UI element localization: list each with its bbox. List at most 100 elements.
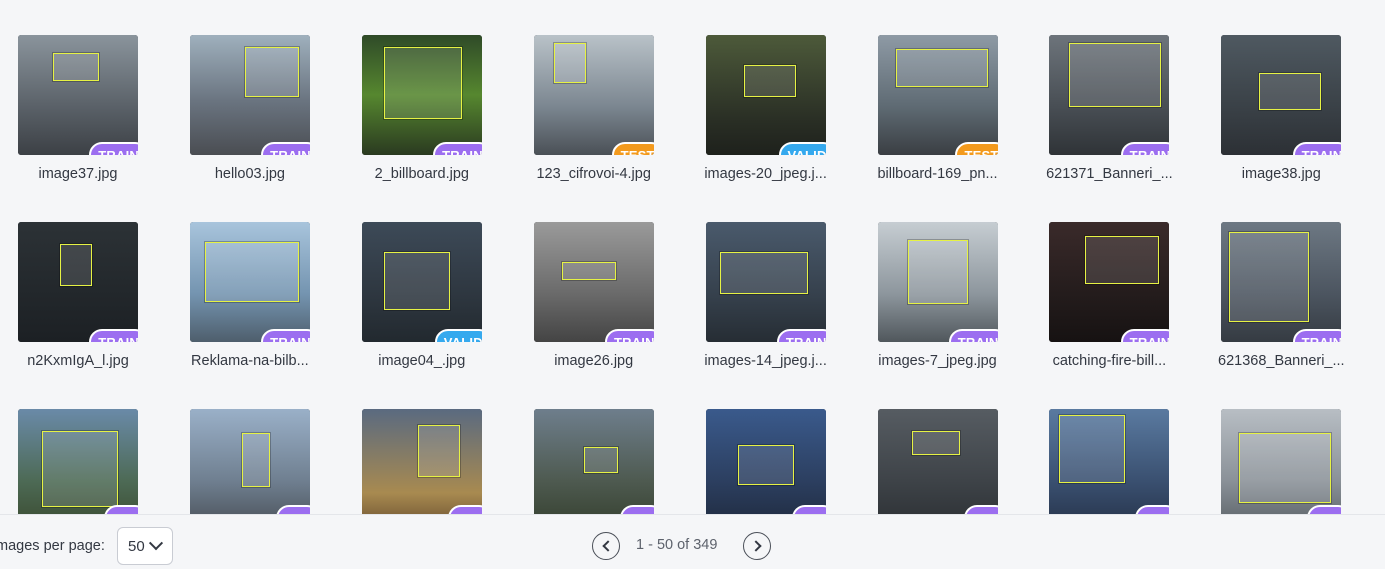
image-thumbnail[interactable]: TRAIN <box>18 35 138 155</box>
image-thumbnail[interactable]: TEST <box>877 35 998 155</box>
image-thumbnail[interactable]: TEST <box>533 35 654 155</box>
annotation-box <box>743 65 796 97</box>
split-badge: TEST <box>611 142 654 155</box>
image-thumbnail[interactable] <box>361 409 482 514</box>
image-thumbnail[interactable]: TRAIN <box>1221 222 1342 342</box>
per-page-select[interactable]: 50 <box>117 527 173 565</box>
image-card[interactable]: TRAIN hello03.jpg <box>189 35 340 182</box>
image-thumbnail[interactable] <box>189 409 310 514</box>
image-thumbnail[interactable]: TRAIN <box>189 222 310 342</box>
image-thumbnail[interactable]: TRAIN <box>1049 222 1170 342</box>
image-thumbnail[interactable]: TRAIN <box>533 222 654 342</box>
split-badge <box>963 505 998 514</box>
image-card[interactable]: TRAIN catching-fire-bill... <box>1049 222 1199 369</box>
image-thumbnail[interactable]: TRAIN <box>877 222 998 342</box>
image-thumbnail[interactable] <box>18 409 138 514</box>
split-badge <box>104 505 138 514</box>
image-thumbnail[interactable] <box>1049 409 1170 514</box>
image-filename: images-20_jpeg.j... <box>704 166 827 182</box>
image-card[interactable]: TEST 123_cifrovoi-4.jpg <box>533 35 684 182</box>
image-thumbnail[interactable]: VALID <box>361 222 482 342</box>
next-page-button[interactable] <box>743 532 771 560</box>
image-filename: image38.jpg <box>1241 166 1321 182</box>
image-filename: image37.jpg <box>38 166 118 182</box>
image-thumbnail[interactable]: TRAIN <box>1049 35 1170 155</box>
image-card[interactable] <box>1221 409 1371 514</box>
image-card[interactable]: TRAIN image26.jpg <box>533 222 684 369</box>
image-filename: image26.jpg <box>554 353 634 369</box>
split-badge: TRAIN <box>604 329 654 342</box>
split-badge <box>275 505 310 514</box>
split-badge: TRAIN <box>89 329 138 342</box>
split-badge: TRAIN <box>1292 329 1342 342</box>
image-filename: 621368_Banneri_... <box>1218 353 1345 369</box>
image-filename: n2KxmIgA_l.jpg <box>27 353 129 369</box>
image-filename: Reklama-na-bilb... <box>191 353 309 369</box>
image-card[interactable]: TEST billboard-169_pn... <box>877 35 1028 182</box>
image-thumbnail[interactable]: TRAIN <box>705 222 826 342</box>
thumbnail-scene <box>533 222 654 342</box>
annotation-box <box>1059 415 1126 483</box>
annotation-box <box>1229 232 1310 322</box>
image-card[interactable]: TRAIN Reklama-na-bilb... <box>189 222 340 369</box>
annotation-box <box>53 53 99 81</box>
annotation-box <box>737 445 794 485</box>
image-card[interactable] <box>1049 409 1199 514</box>
prev-page-button[interactable] <box>592 532 620 560</box>
page-range: 1 - 50 of 349 <box>636 537 718 553</box>
image-card[interactable]: TRAIN 2_billboard.jpg <box>361 35 512 182</box>
image-filename: 2_billboard.jpg <box>374 166 469 182</box>
chevron-left-icon <box>601 540 614 552</box>
image-card[interactable]: TRAIN image38.jpg <box>1221 35 1371 182</box>
image-thumbnail[interactable]: TRAIN <box>361 35 482 155</box>
image-card[interactable]: VALID images-20_jpeg.j... <box>704 35 856 182</box>
annotation-box <box>383 47 462 119</box>
annotation-box <box>583 447 618 473</box>
image-card[interactable]: TRAIN image37.jpg <box>18 35 168 182</box>
split-badge <box>619 505 654 514</box>
image-thumbnail[interactable]: TRAIN <box>1221 35 1342 155</box>
per-page-value: 50 <box>128 537 145 555</box>
image-thumbnail[interactable]: TRAIN <box>18 222 138 342</box>
image-card[interactable] <box>18 409 168 514</box>
image-card[interactable] <box>533 409 684 514</box>
split-badge: VALID <box>778 142 826 155</box>
annotation-box <box>204 242 299 302</box>
image-card[interactable] <box>705 409 856 514</box>
image-card[interactable]: TRAIN n2KxmIgA_l.jpg <box>18 222 168 369</box>
annotation-box <box>907 240 968 304</box>
image-thumbnail[interactable] <box>705 409 826 514</box>
split-badge: TRAIN <box>948 329 998 342</box>
image-thumbnail[interactable] <box>877 409 998 514</box>
image-card[interactable]: TRAIN 621371_Banneri_... <box>1046 35 1199 182</box>
split-badge: TRAIN <box>1120 329 1170 342</box>
image-card[interactable] <box>361 409 512 514</box>
image-card[interactable] <box>877 409 1028 514</box>
split-badge <box>1135 505 1170 514</box>
image-card[interactable]: VALID image04_.jpg <box>361 222 512 369</box>
split-badge: TRAIN <box>776 329 826 342</box>
split-badge <box>1307 505 1342 514</box>
annotation-box <box>911 431 960 455</box>
image-filename: billboard-169_pn... <box>877 166 998 182</box>
split-badge: VALID <box>434 329 482 342</box>
annotation-box <box>417 425 460 477</box>
image-thumbnail[interactable] <box>1221 409 1342 514</box>
image-thumbnail[interactable]: VALID <box>705 35 826 155</box>
image-card[interactable]: TRAIN images-7_jpeg.jpg <box>877 222 1028 369</box>
annotation-box <box>60 244 92 286</box>
image-filename: images-14_jpeg.j... <box>704 353 827 369</box>
image-thumbnail[interactable] <box>533 409 654 514</box>
split-badge: TRAIN <box>261 142 310 155</box>
chevron-right-icon <box>749 540 762 552</box>
pagination-bar: Images per page: 50 1 - 50 of 349 <box>0 514 1385 569</box>
image-filename: 123_cifrovoi-4.jpg <box>536 166 651 182</box>
image-filename: image04_.jpg <box>378 353 466 369</box>
image-card[interactable]: TRAIN 621368_Banneri_... <box>1218 222 1371 369</box>
image-card[interactable] <box>189 409 340 514</box>
image-thumbnail[interactable]: TRAIN <box>189 35 310 155</box>
annotation-box <box>241 433 270 487</box>
image-card[interactable]: TRAIN images-14_jpeg.j... <box>704 222 856 369</box>
annotation-box <box>553 43 586 83</box>
split-badge: TRAIN <box>433 142 482 155</box>
